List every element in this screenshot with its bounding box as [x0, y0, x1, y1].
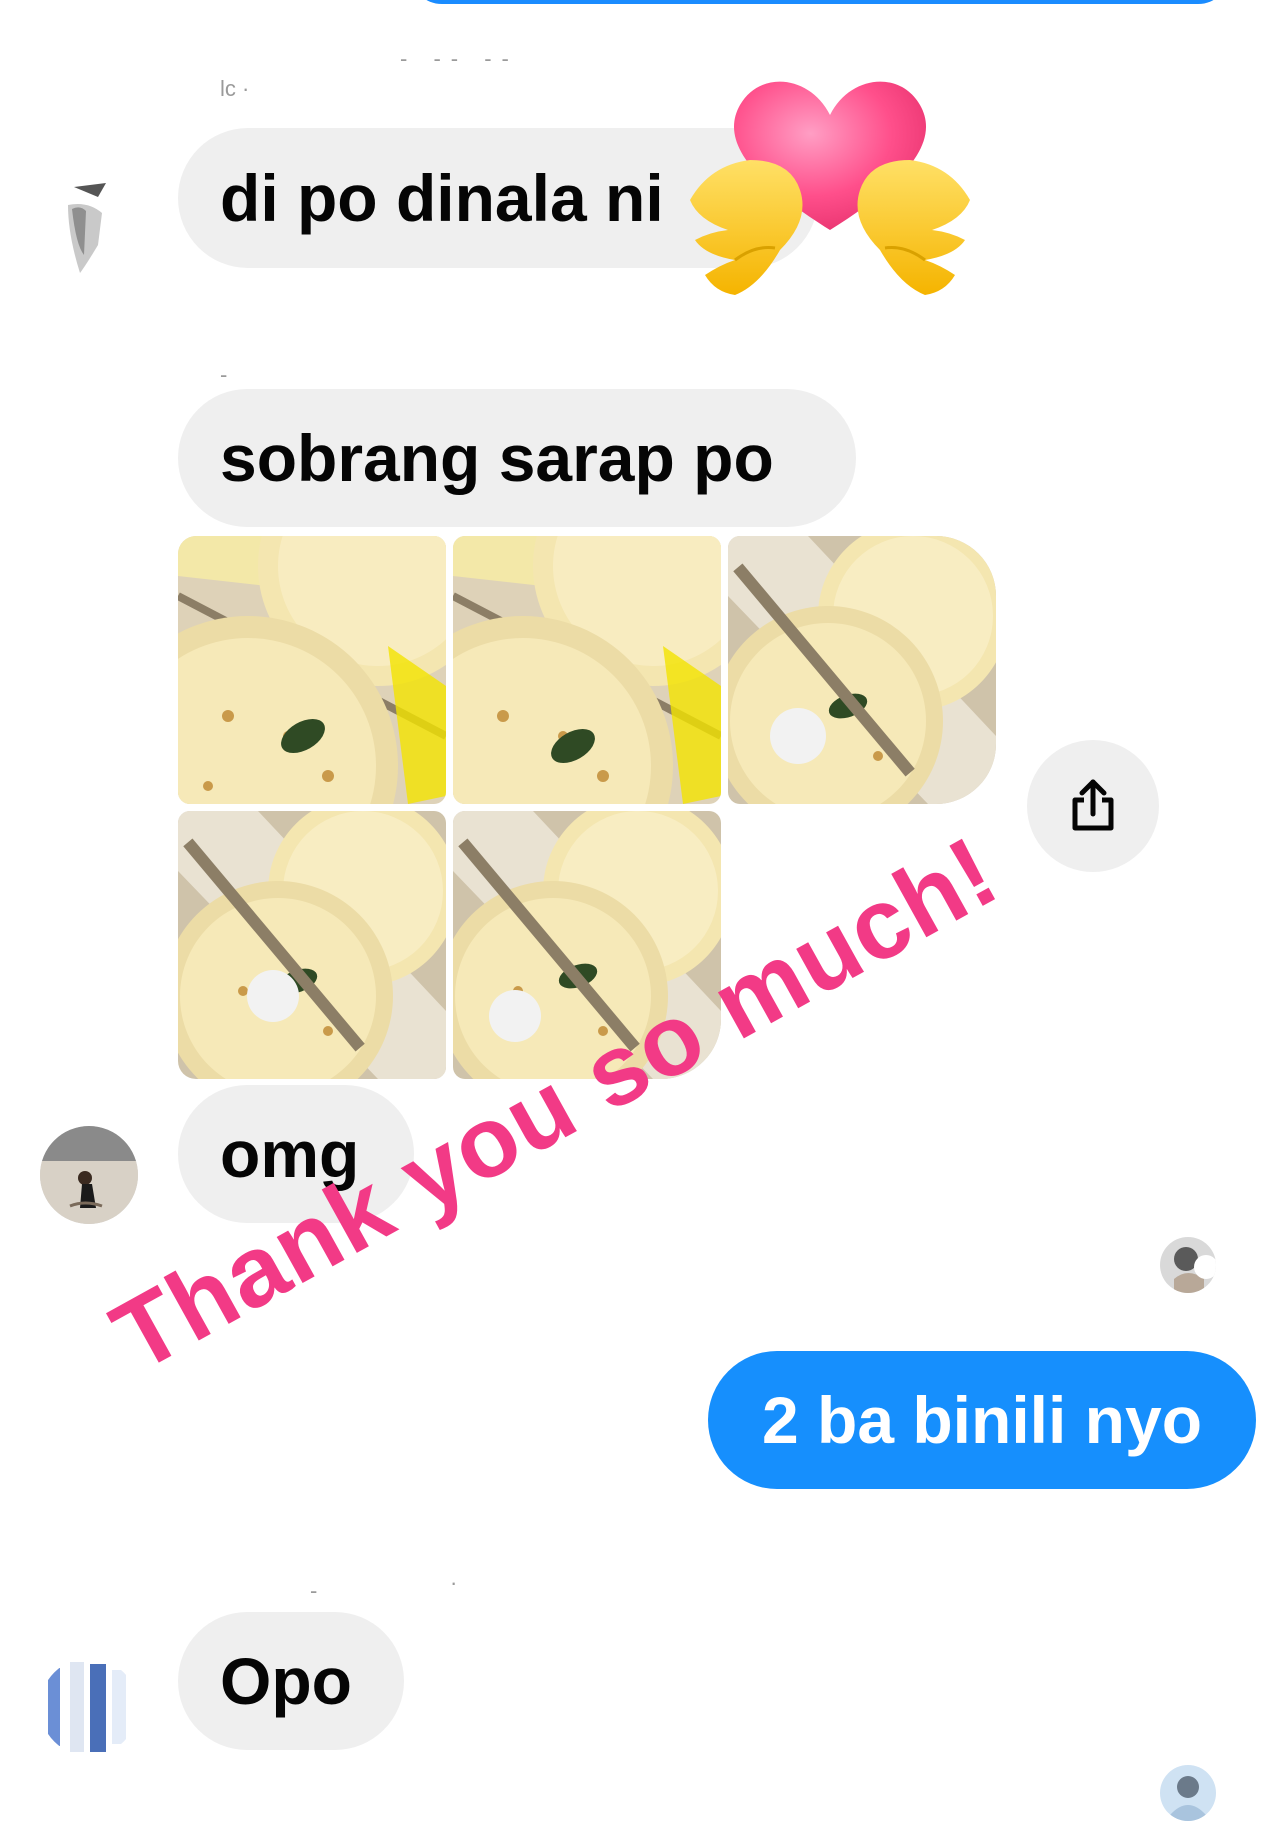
- message-text: 2 ba binili nyo: [761, 1383, 1203, 1457]
- timestamp-blurred: -: [220, 362, 228, 387]
- outgoing-bubble-clipped: [410, 0, 1230, 4]
- shared-photo[interactable]: [453, 536, 721, 804]
- message-bubble[interactable]: Opo: [178, 1612, 404, 1750]
- shared-photo[interactable]: [178, 811, 446, 1079]
- timestamp-blurred: ·: [450, 1570, 458, 1595]
- avatar-icon[interactable]: [40, 1658, 138, 1756]
- avatar-icon[interactable]: [40, 1126, 138, 1224]
- message-text: sobrang sarap po: [220, 421, 774, 495]
- shared-photo[interactable]: [728, 536, 996, 804]
- read-receipt-avatar: [1160, 1765, 1216, 1821]
- read-receipt-avatar: [1160, 1237, 1216, 1293]
- heart-hands-emoji: [680, 60, 980, 300]
- message-bubble[interactable]: sobrang sarap po: [178, 389, 856, 527]
- avatar-icon[interactable]: [28, 165, 108, 275]
- share-icon: [1072, 779, 1114, 831]
- message-text: Opo: [220, 1644, 352, 1718]
- message-text: di po dinala ni: [220, 161, 664, 235]
- sender-name-blurred: lc ·: [220, 76, 250, 101]
- shared-photo[interactable]: [178, 536, 446, 804]
- sender-name-blurred: - -- --: [400, 46, 519, 71]
- message-bubble-outgoing[interactable]: 2 ba binili nyo: [708, 1351, 1256, 1489]
- timestamp-blurred: -: [310, 1578, 318, 1603]
- share-button[interactable]: [1027, 740, 1159, 872]
